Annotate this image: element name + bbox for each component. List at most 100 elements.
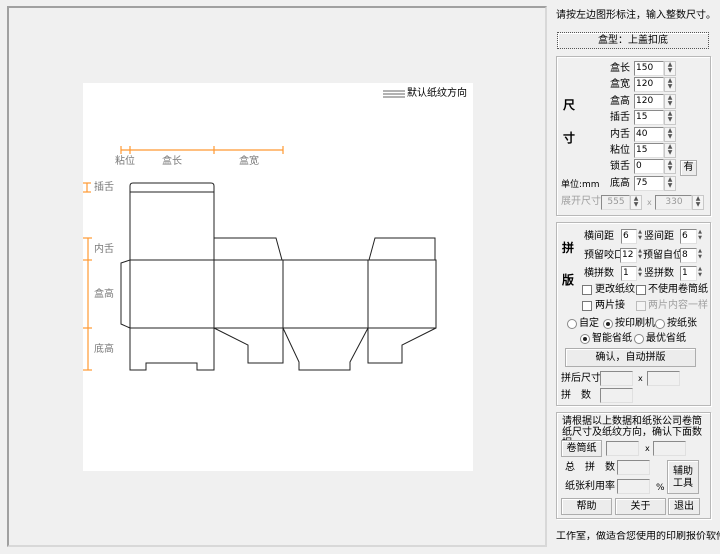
size-label: 内舌 <box>610 128 630 140</box>
times-sign: x <box>647 198 652 207</box>
size-label: 盒宽 <box>610 79 630 91</box>
layout-title-1: 拼 <box>562 241 575 255</box>
size-field[interactable]: 15 <box>634 143 664 158</box>
h-count-field[interactable]: 1 <box>621 266 637 281</box>
after-width-field <box>600 371 633 386</box>
change-grain-checkbox[interactable] <box>582 285 592 295</box>
radio-smart-save-label: 智能省纸 <box>592 333 632 344</box>
radio-by-press[interactable] <box>603 319 613 329</box>
times-sign: x <box>638 374 643 383</box>
v-gap-spinner[interactable]: ▲ ▼ <box>698 229 702 244</box>
roll-width-field <box>606 441 639 456</box>
v-count-spinner[interactable]: ▲ ▼ <box>698 266 702 281</box>
change-grain-label: 更改纸纹 <box>595 284 635 295</box>
layout-count-field <box>600 388 633 403</box>
size-field[interactable]: 120 <box>634 93 664 109</box>
size-label: 盒长 <box>610 63 630 74</box>
dim-label-length: 盒长 <box>162 156 182 167</box>
unit-label: 单位:mm <box>561 180 600 190</box>
help-button[interactable]: 帮助 <box>561 498 612 515</box>
radio-by-paper-label: 按纸张 <box>667 318 697 329</box>
dim-label-inner: 内舌 <box>94 244 114 255</box>
size-label: 锁舌 <box>610 161 630 173</box>
size-spinner[interactable]: ▲ ▼ <box>664 110 676 126</box>
grain-direction-icon <box>383 90 405 98</box>
v-count-label: 竖拼数 <box>644 268 674 279</box>
size-spinner[interactable]: ▲ ▼ <box>664 175 676 191</box>
radio-custom-label: 自定 <box>579 318 599 329</box>
after-height-field <box>647 371 680 386</box>
h-gap-field[interactable]: 6 <box>621 229 637 244</box>
v-gap-field[interactable]: 6 <box>680 229 697 244</box>
size-label: 插舌 <box>610 112 630 124</box>
size-field[interactable]: 15 <box>634 110 664 126</box>
instruction-text: 请按左边图形标注，输入整数尺寸。 <box>556 10 716 21</box>
size-field[interactable]: 120 <box>634 77 664 93</box>
h-count-spinner[interactable]: ▲ ▼ <box>638 266 642 281</box>
dieline-shape <box>120 182 437 371</box>
times-sign: x <box>645 444 650 453</box>
size-field[interactable]: 75 <box>634 175 664 191</box>
size-field[interactable]: 0 <box>634 159 664 175</box>
size-spinner[interactable]: ▲ ▼ <box>664 77 676 93</box>
percent-sign: % <box>656 483 665 493</box>
dim-label-glue: 粘位 <box>115 156 135 167</box>
box-type-button[interactable]: 盒型：上盖扣底 <box>557 32 709 49</box>
size-spinner[interactable]: ▲ ▼ <box>664 159 676 175</box>
total-count-field <box>617 460 650 475</box>
size-label: 粘位 <box>610 145 630 156</box>
two-piece-checkbox[interactable] <box>582 301 592 311</box>
no-roll-label: 不使用卷筒纸 <box>648 284 708 295</box>
usage-rate-label: 纸张利用率 <box>565 481 615 492</box>
size-spinner[interactable]: ▲ ▼ <box>664 126 676 142</box>
auto-layout-button[interactable]: 确认，自动拼版 <box>565 348 696 367</box>
unfold-height-field: 330 <box>655 195 692 210</box>
status-text: 工作室，做适合您使用的印刷报价软件 <box>556 531 720 542</box>
margin-label: 预留自位 <box>643 250 683 261</box>
about-button[interactable]: 关于 <box>615 498 666 515</box>
same-content-label: 两片内容一样 <box>648 300 708 311</box>
lock-tongue-button[interactable]: 有 <box>680 160 697 176</box>
h-gap-label: 横间距 <box>584 231 614 242</box>
bite-spinner[interactable]: ▲ ▼ <box>638 248 642 263</box>
size-spinner[interactable]: ▲ ▼ <box>664 143 676 158</box>
h-gap-spinner[interactable]: ▲ ▼ <box>638 229 642 244</box>
radio-by-paper[interactable] <box>655 319 665 329</box>
exit-button[interactable]: 退出 <box>668 498 700 515</box>
size-title-2: 寸 <box>563 131 576 145</box>
margin-spinner[interactable]: ▲ ▼ <box>698 248 702 263</box>
unfold-size-label: 展开尺寸 <box>561 196 601 207</box>
radio-best-save-label: 最优省纸 <box>646 333 686 344</box>
box-diagram-canvas <box>83 83 473 471</box>
same-content-checkbox <box>636 301 646 311</box>
no-roll-checkbox[interactable] <box>636 285 646 295</box>
grain-direction-label: 默认纸纹方向 <box>407 88 467 99</box>
radio-by-press-label: 按印刷机 <box>615 318 655 329</box>
size-title-1: 尺 <box>563 98 576 112</box>
tools-button[interactable]: 辅助工具 <box>667 460 699 494</box>
box-dieline <box>83 90 437 371</box>
size-spinner[interactable]: ▲ ▼ <box>664 93 676 109</box>
size-label: 盒高 <box>610 95 630 107</box>
size-field[interactable]: 150 <box>634 61 664 76</box>
roll-paper-button[interactable]: 卷筒纸 <box>561 440 602 457</box>
size-field[interactable]: 40 <box>634 126 664 142</box>
after-size-label: 拼后尺寸 <box>561 373 601 384</box>
layout-title-2: 版 <box>562 273 575 287</box>
usage-rate-field <box>617 479 650 494</box>
radio-best-save[interactable] <box>634 334 644 344</box>
layout-count-label: 拼 数 <box>561 390 591 401</box>
unfold-height-spinner: ▲ ▼ <box>692 195 704 210</box>
v-count-field[interactable]: 1 <box>680 266 697 281</box>
margin-field[interactable]: 8 <box>680 248 697 263</box>
radio-smart-save[interactable] <box>580 334 590 344</box>
dimension-lines <box>83 146 284 371</box>
bite-field[interactable]: 12 <box>620 248 637 263</box>
unfold-width-field: 555 <box>601 195 630 210</box>
dim-label-width: 盒宽 <box>239 156 259 167</box>
v-gap-label: 竖间距 <box>644 231 674 242</box>
roll-height-field <box>653 441 686 456</box>
size-spinner[interactable]: ▲ ▼ <box>664 61 676 76</box>
radio-custom[interactable] <box>567 319 577 329</box>
dim-label-height: 盒高 <box>94 289 114 300</box>
